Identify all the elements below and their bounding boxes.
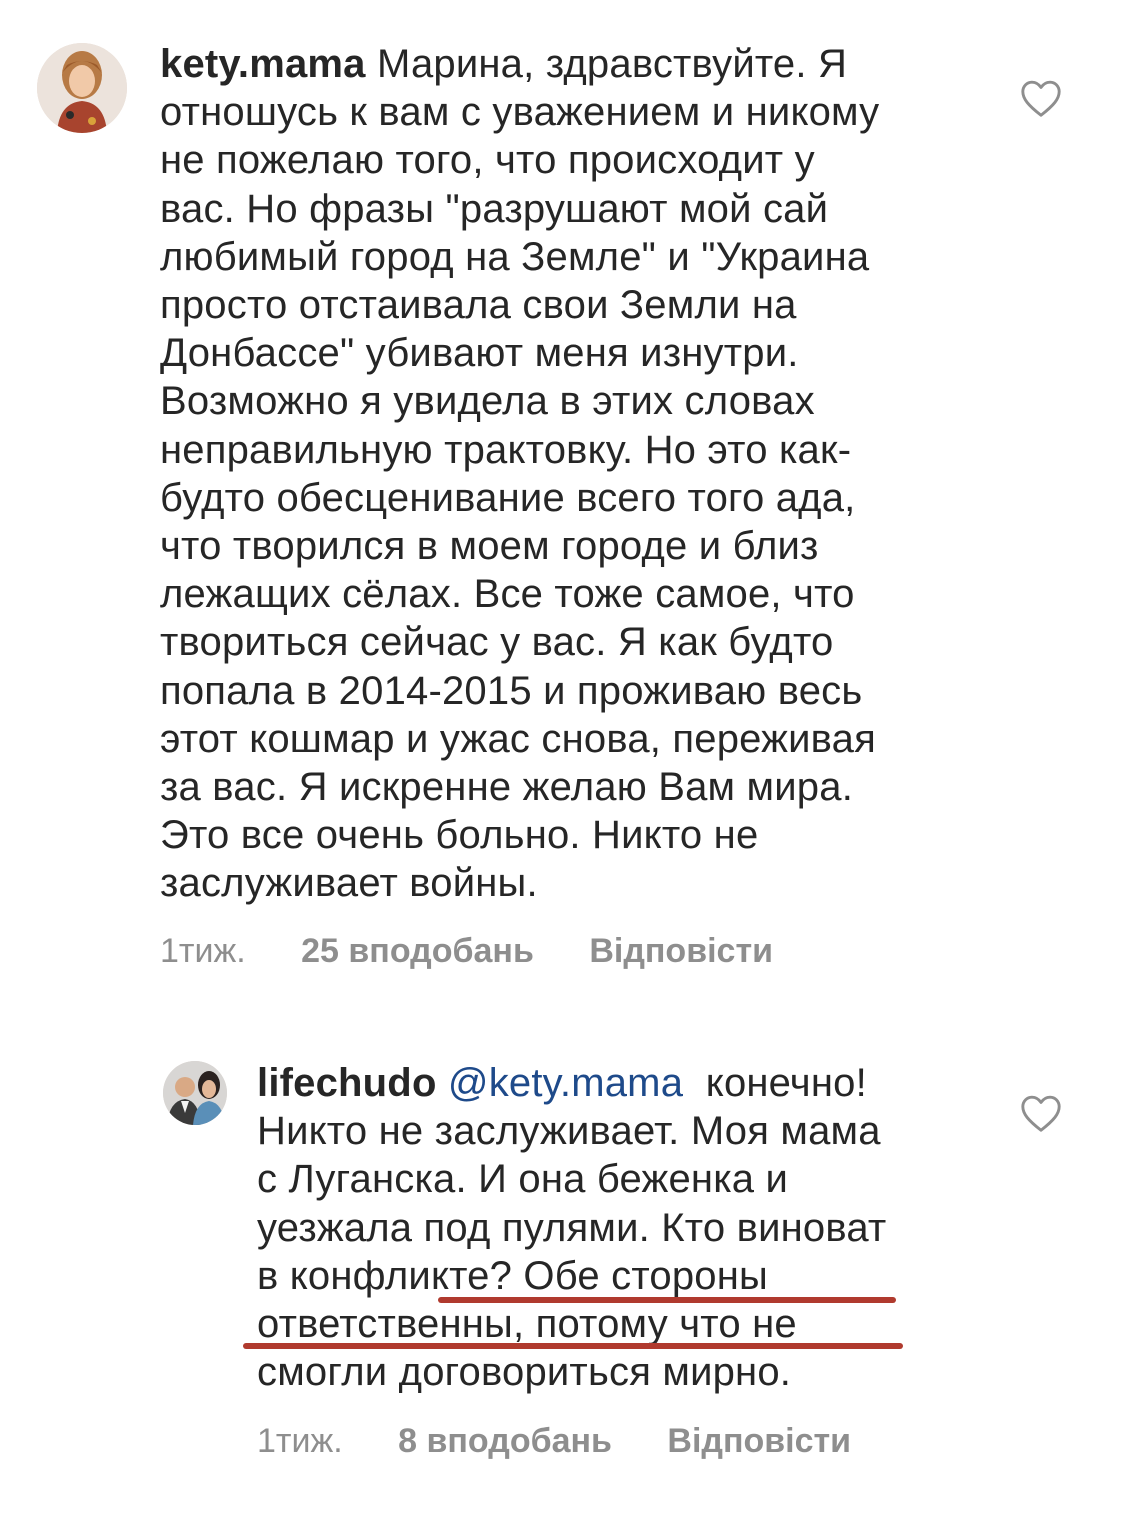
profile-photo-couple-icon	[163, 1061, 227, 1125]
comment-line: вас. Но фразы "разрушают мой сай	[160, 186, 829, 231]
heart-outline-icon[interactable]	[1019, 1093, 1063, 1133]
comment-line: что творился в моем городе и близ	[160, 524, 819, 569]
comment-line: отношусь к вам с уважением и никому	[160, 90, 880, 135]
comment-line: неправильную трактовку. Но это как-	[160, 427, 852, 472]
comment-username[interactable]: lifechudo	[257, 1061, 437, 1105]
comment-username[interactable]: kety.mama	[160, 42, 366, 86]
highlight-underline	[243, 1343, 903, 1349]
heart-outline-icon[interactable]	[1019, 78, 1063, 118]
comment-line: попала в 2014-2015 и проживаю весь	[160, 668, 863, 713]
comment-kety-mama: kety.mama Марина, здравствуйте. Я отношу…	[0, 0, 1125, 1000]
comment-line: уезжала под пулями. Кто виноват	[257, 1205, 887, 1250]
comment-line: Донбассе" убивают меня изнутри.	[160, 331, 799, 376]
comment-line: любимый город на Земле" и "Украина	[160, 234, 870, 279]
comment-line: конечно!	[705, 1061, 867, 1105]
reply-button[interactable]: Відповісти	[589, 932, 773, 970]
comment-line: этот кошмар и ужас снова, переживая	[160, 716, 876, 761]
profile-photo-woman-icon	[37, 43, 127, 133]
comment-line: с Луганска. И она беженка и	[257, 1157, 789, 1202]
avatar[interactable]	[163, 1061, 227, 1125]
mention-link[interactable]: @kety.mama	[448, 1061, 683, 1105]
likes-count[interactable]: 8 вподобань	[398, 1422, 612, 1460]
highlight-underline	[438, 1297, 896, 1303]
comment-line: ответственны, потому что не	[257, 1302, 797, 1347]
comment-line: Возможно я увидела в этих словах	[160, 379, 815, 424]
comment-line: за вас. Я искренне желаю Вам мира.	[160, 765, 854, 810]
avatar[interactable]	[37, 43, 127, 133]
comment-line: лежащих сёлах. Все тоже самое, что	[160, 572, 855, 617]
comment-line: твориться сейчас у вас. Я как будто	[160, 620, 834, 665]
comment-line: будто обесценивание всего того ада,	[160, 475, 856, 520]
comment-line: в конфликте? Обе стороны	[257, 1253, 768, 1298]
reply-button[interactable]: Відповісти	[667, 1422, 851, 1460]
comment-time: 1тиж.	[257, 1422, 343, 1460]
comment-line: Никто не заслуживает. Моя мама	[257, 1109, 881, 1154]
comment-line: не пожелаю того, что происходит у	[160, 138, 815, 183]
comment-time: 1тиж.	[160, 932, 246, 970]
comment-line: просто отстаивала свои Земли на	[160, 283, 797, 328]
comment-line: заслуживает войны.	[160, 861, 538, 906]
comment-lifechudo: lifechudo @kety.mama конечно! Никто не з…	[0, 1040, 1125, 1500]
comment-line: Это все очень больно. Никто не	[160, 813, 759, 858]
likes-count[interactable]: 25 вподобань	[301, 932, 534, 970]
comment-meta: 1тиж. 8 вподобань Відповісти	[257, 1422, 851, 1461]
comment-line: Марина, здравствуйте. Я	[376, 42, 848, 86]
comment-body: kety.mama Марина, здравствуйте. Я отношу…	[160, 40, 960, 908]
comment-meta: 1тиж. 25 вподобань Відповісти	[160, 932, 773, 971]
comment-line: смогли договориться мирно.	[257, 1350, 792, 1395]
